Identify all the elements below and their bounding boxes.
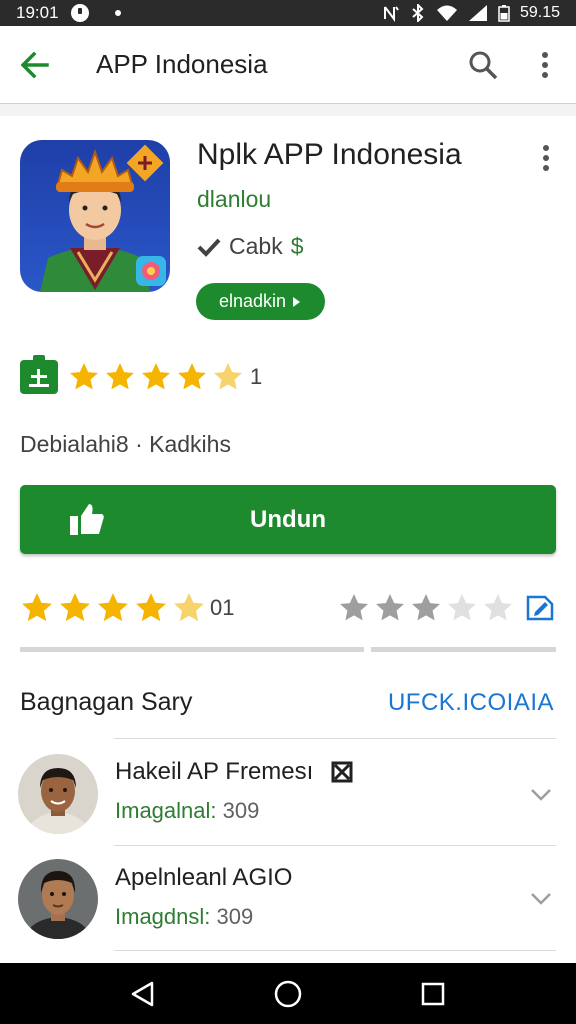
app-more-options-button[interactable] [526, 138, 566, 178]
review-list-item[interactable]: Apelnleanl AGIO Imagdnsl: 309 [0, 847, 576, 952]
content-rating-badge-icon [20, 355, 58, 394]
reviewer-meta: Imagalnal: 309 [115, 798, 259, 824]
bluetooth-icon [412, 4, 424, 22]
chip-label: elnadkin [218, 291, 287, 311]
notification-dot-icon [114, 10, 121, 16]
system-nav-bar [0, 963, 576, 1024]
arrow-back-icon [21, 51, 49, 78]
average-rating-count: 01 [210, 595, 235, 620]
app-icon[interactable] [20, 140, 170, 292]
rating-progress-right [371, 647, 556, 652]
reviewer-name: Hakeil AP Fremesı [115, 758, 314, 785]
price-label: Cabk [229, 233, 283, 259]
app-bar-shadow-strip [0, 104, 576, 116]
status-bar: 19:01 59.15 [0, 0, 576, 26]
nav-recents-button[interactable] [413, 974, 453, 1014]
star-filled-icon [340, 594, 368, 621]
section-title: Bagnagan Sary [20, 688, 193, 716]
star-filled-icon [70, 363, 98, 390]
user-rating-stars[interactable] [338, 592, 514, 624]
star-filled-icon [60, 593, 90, 622]
nav-home-icon [274, 980, 302, 1007]
reviewer-meta-label: Imagalnal: [115, 798, 217, 823]
signal-icon [468, 5, 487, 21]
star-empty-icon [484, 594, 512, 621]
star-empty-icon [448, 594, 476, 621]
top-app-bar: APP Indonesia [0, 26, 576, 104]
nav-back-button[interactable] [123, 974, 163, 1014]
star-empty-icon [174, 593, 204, 622]
install-label: Undun [250, 505, 326, 533]
chevron-right-icon [293, 296, 301, 307]
battery-level: 59.15 [519, 4, 560, 21]
reviewer-meta-value: 309 [216, 904, 254, 929]
divider [114, 738, 556, 739]
average-rating-stars [20, 591, 206, 625]
nav-back-icon [131, 981, 153, 1006]
nav-recents-icon [422, 982, 445, 1005]
install-button[interactable]: Undun [20, 485, 556, 554]
category-chip[interactable]: elnadkin [196, 283, 325, 320]
avatar [18, 859, 98, 939]
reviewer-name: Apelnleanl AGIO [115, 864, 293, 891]
avatar [18, 754, 98, 834]
notification-icon [70, 4, 89, 22]
rating-stars [68, 361, 244, 393]
star-filled-icon [178, 363, 206, 390]
star-filled-icon [142, 363, 170, 390]
divider [114, 950, 556, 951]
review-list-item[interactable]: Hakeil AP Fremesı Imagalnal: 309 [0, 740, 576, 845]
chevron-down-icon[interactable] [528, 781, 554, 807]
reviewer-meta-label: Imagdnsl: [115, 904, 211, 929]
app-name: Nplk APP Indonesia [197, 138, 462, 171]
rate-row: 01 [20, 588, 556, 628]
star-filled-icon [412, 594, 440, 621]
search-button[interactable] [452, 26, 514, 104]
search-icon [469, 51, 498, 79]
chevron-down-icon[interactable] [528, 885, 554, 911]
price-currency: $ [290, 233, 304, 259]
app-rating-row: 1 [20, 355, 263, 394]
page-title: APP Indonesia [96, 49, 268, 79]
wifi-icon [436, 5, 457, 21]
thumbs-up-icon [70, 504, 104, 535]
status-time: 19:01 [16, 3, 59, 22]
write-review-button[interactable] [524, 593, 556, 623]
back-button[interactable] [0, 26, 70, 104]
more-vert-icon [542, 51, 548, 78]
verified-check-icon [197, 238, 221, 257]
price-row: Cabk $ [197, 233, 304, 260]
more-vert-icon [543, 145, 549, 171]
star-filled-icon [376, 594, 404, 621]
divider [114, 845, 556, 846]
nav-home-button[interactable] [268, 974, 308, 1014]
star-empty-icon [214, 363, 242, 390]
reviewer-meta: Imagdnsl: 309 [115, 904, 253, 930]
reviewer-meta-value: 309 [222, 798, 260, 823]
edit-review-icon [526, 595, 554, 621]
star-filled-icon [106, 363, 134, 390]
star-filled-icon [22, 593, 52, 622]
nfc-icon [383, 6, 399, 22]
more-options-button[interactable] [514, 26, 576, 104]
app-meta-info: Debialahi8 · Kadkihs [20, 431, 231, 457]
section-see-all-link[interactable]: UFCK.ICOIAIA [388, 689, 554, 717]
battery-icon [498, 5, 510, 22]
flag-icon [331, 761, 353, 783]
rating-count: 1 [250, 364, 263, 389]
star-filled-icon [136, 593, 166, 622]
rating-progress-left [20, 647, 364, 652]
star-filled-icon [98, 593, 128, 622]
developer-name[interactable]: dlanlou [197, 186, 271, 213]
